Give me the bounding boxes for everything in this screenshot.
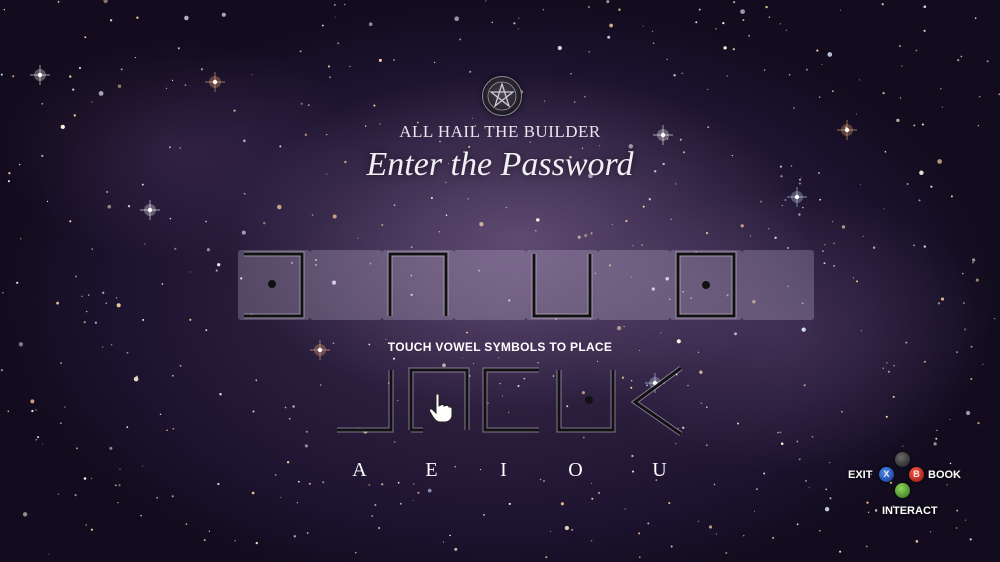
vowel-symbol-row [333,362,693,438]
vowel-labels-row: A E I O U [340,459,680,487]
instruction-hint: TOUCH VOWEL SYMBOLS TO PLACE [387,340,613,354]
vowel-symbol-i[interactable] [477,362,549,438]
vowel-label-i[interactable]: I [484,459,524,482]
hand-pointer-icon [428,393,454,423]
glyph-cup-icon [531,254,593,319]
x-button-icon[interactable]: X [879,467,894,482]
vowel-label-u[interactable]: U [640,459,680,482]
glyph-box-dot-icon [675,251,737,319]
pentagram-emblem-icon [482,76,522,116]
password-slot-7[interactable] [670,250,742,320]
game-screen: ALL HAIL THE BUILDER Enter the Password [0,0,1000,562]
subtitle: ALL HAIL THE BUILDER [399,122,601,141]
glyph-corner-bracket-icon [482,367,539,433]
password-slot-5[interactable] [526,250,598,320]
vowel-symbol-u[interactable] [621,362,693,438]
password-slot-2[interactable] [310,250,382,320]
y-button-icon [895,452,910,467]
glyph-chevron-left-icon [630,365,683,437]
glyph-bracket-dot-icon [244,251,305,319]
glyph-hook-icon [337,370,394,433]
page-title: Enter the Password [366,146,634,183]
password-slot-row [238,250,814,320]
vowel-label-a[interactable]: A [340,459,380,482]
vowel-label-o[interactable]: O [556,459,596,482]
vowel-label-e[interactable]: E [412,459,452,482]
password-slot-6[interactable] [598,250,670,320]
password-slot-4[interactable] [454,250,526,320]
glyph-open-box-dot-icon [556,370,616,433]
controller-legend: EXIT X B BOOK INTERACT [846,452,966,522]
interact-label[interactable]: INTERACT [882,505,938,517]
vowel-symbol-o[interactable] [549,362,621,438]
password-slot-1[interactable] [238,250,310,320]
glyph-arch-icon [387,251,449,316]
vowel-symbol-a[interactable] [333,362,405,438]
password-slot-3[interactable] [382,250,454,320]
b-button-icon[interactable]: B [909,467,924,482]
a-button-icon[interactable] [895,483,910,498]
exit-label[interactable]: EXIT [848,469,872,481]
book-label[interactable]: BOOK [928,469,961,481]
password-slot-8[interactable] [742,250,814,320]
